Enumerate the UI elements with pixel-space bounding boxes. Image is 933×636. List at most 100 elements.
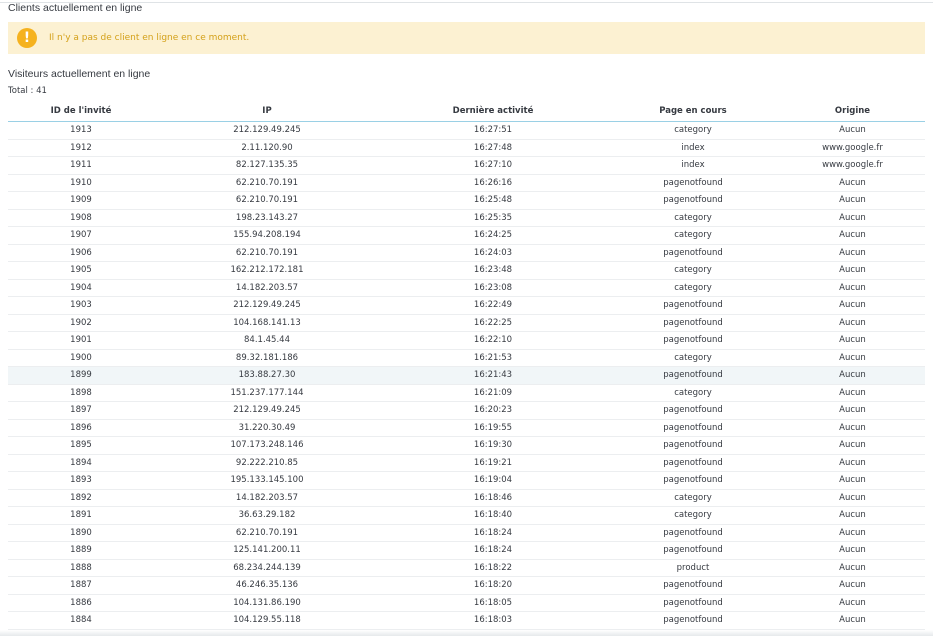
table-row[interactable]: 1912 2.11.120.90 16:27:48 index www.google.f…	[8, 139, 925, 157]
column-header-current-page[interactable]: Page en cours	[606, 100, 780, 122]
cell-guest-id: 1902	[8, 314, 154, 332]
cell-guest-id: 1901	[8, 331, 154, 350]
cell-current-page: pagenotfound	[606, 594, 780, 612]
table-row[interactable]: 1892 14.182.203.57 16:18:46 category Aucun	[8, 489, 925, 507]
cell-origin: Aucun	[780, 121, 925, 140]
cell-ip: 155.94.208.194	[154, 226, 380, 245]
cell-origin: Aucun	[780, 261, 925, 280]
cell-last-activity: 16:19:55	[380, 419, 606, 437]
cell-current-page: category	[606, 121, 780, 140]
table-row[interactable]: 1886 104.131.86.190 16:18:05 pagenotfound Au…	[8, 594, 925, 612]
cell-last-activity: 16:26:16	[380, 174, 606, 192]
cell-origin: Aucun	[780, 401, 925, 420]
table-row[interactable]: 1898 151.237.177.144 16:21:09 category Aucun	[8, 384, 925, 402]
cell-origin: Aucun	[780, 209, 925, 227]
cell-origin: Aucun	[780, 279, 925, 297]
table-row[interactable]: 1887 46.246.35.136 16:18:20 pagenotfound Auc…	[8, 576, 925, 595]
cell-origin: Aucun	[780, 611, 925, 630]
cell-ip: 62.210.70.191	[154, 524, 380, 542]
cell-current-page: pagenotfound	[606, 296, 780, 315]
table-row[interactable]: 1911 82.127.135.35 16:27:10 index www.google…	[8, 156, 925, 175]
cell-guest-id: 1897	[8, 401, 154, 420]
no-customers-alert: ! Il n'y a pas de client en ligne en ce …	[8, 22, 925, 54]
cell-ip: 92.222.210.85	[154, 454, 380, 472]
cell-last-activity: 16:27:51	[380, 121, 606, 140]
cell-ip: 89.32.181.186	[154, 349, 380, 367]
cell-current-page: pagenotfound	[606, 454, 780, 472]
table-row[interactable]: 1902 104.168.141.13 16:22:25 pagenotfound Au…	[8, 314, 925, 332]
cell-ip: 36.63.29.182	[154, 506, 380, 525]
cell-ip: 68.234.244.139	[154, 559, 380, 577]
table-row[interactable]: 1890 62.210.70.191 16:18:24 pagenotfound Auc…	[8, 524, 925, 542]
cell-ip: 62.210.70.191	[154, 191, 380, 210]
cell-guest-id: 1912	[8, 139, 154, 157]
table-row[interactable]: 1908 198.23.143.27 16:25:35 category Aucun	[8, 209, 925, 227]
table-row[interactable]: 1889 125.141.200.11 16:18:24 pagenotfound Au…	[8, 541, 925, 560]
cell-guest-id: 1890	[8, 524, 154, 542]
cell-origin: Aucun	[780, 489, 925, 507]
cell-ip: 82.127.135.35	[154, 156, 380, 175]
table-row[interactable]: 1901 84.1.45.44 16:22:10 pagenotfound Aucun	[8, 331, 925, 350]
column-header-guest-id[interactable]: ID de l'invité	[8, 100, 154, 122]
table-row[interactable]: 1904 14.182.203.57 16:23:08 category Aucun	[8, 279, 925, 297]
cell-guest-id: 1908	[8, 209, 154, 227]
cell-ip: 151.237.177.144	[154, 384, 380, 402]
cell-guest-id: 1906	[8, 244, 154, 262]
cell-ip: 107.173.248.146	[154, 436, 380, 455]
cell-ip: 84.1.45.44	[154, 331, 380, 350]
cell-guest-id: 1913	[8, 121, 154, 140]
cell-guest-id: 1898	[8, 384, 154, 402]
cell-current-page: category	[606, 209, 780, 227]
cell-ip: 62.210.70.191	[154, 244, 380, 262]
cell-last-activity: 16:18:24	[380, 524, 606, 542]
table-row[interactable]: 1913 212.129.49.245 16:27:51 category Aucun	[8, 121, 925, 140]
cell-origin: Aucun	[780, 541, 925, 560]
cell-current-page: pagenotfound	[606, 524, 780, 542]
table-row[interactable]: 1903 212.129.49.245 16:22:49 pagenotfound Au…	[8, 296, 925, 315]
table-row[interactable]: 1899 183.88.27.30 16:21:43 pagenotfound Aucu…	[8, 366, 925, 385]
table-row[interactable]: 1909 62.210.70.191 16:25:48 pagenotfound Auc…	[8, 191, 925, 210]
cell-last-activity: 16:18:03	[380, 611, 606, 630]
table-row[interactable]: 1894 92.222.210.85 16:19:21 pagenotfound Auc…	[8, 454, 925, 472]
cell-current-page: category	[606, 349, 780, 367]
table-row[interactable]: 1900 89.32.181.186 16:21:53 category Aucun	[8, 349, 925, 367]
cell-guest-id: 1895	[8, 436, 154, 455]
cell-last-activity: 16:25:48	[380, 191, 606, 210]
cell-current-page: pagenotfound	[606, 366, 780, 385]
cell-guest-id: 1909	[8, 191, 154, 210]
cell-last-activity: 16:21:09	[380, 384, 606, 402]
cell-guest-id: 1888	[8, 559, 154, 577]
table-row[interactable]: 1910 62.210.70.191 16:26:16 pagenotfound Auc…	[8, 174, 925, 192]
column-header-last-activity[interactable]: Dernière activité	[380, 100, 606, 122]
table-row[interactable]: 1895 107.173.248.146 16:19:30 pagenotfound A…	[8, 436, 925, 455]
cell-current-page: product	[606, 559, 780, 577]
cell-current-page: pagenotfound	[606, 331, 780, 350]
cell-last-activity: 16:21:53	[380, 349, 606, 367]
table-row[interactable]: 1906 62.210.70.191 16:24:03 pagenotfound Auc…	[8, 244, 925, 262]
cell-origin: www.google.fr	[780, 156, 925, 175]
cell-ip: 195.133.145.100	[154, 471, 380, 490]
cell-current-page: index	[606, 156, 780, 175]
table-row[interactable]: 1897 212.129.49.245 16:20:23 pagenotfound Au…	[8, 401, 925, 420]
table-row[interactable]: 1896 31.220.30.49 16:19:55 pagenotfound Aucu…	[8, 419, 925, 437]
cell-origin: Aucun	[780, 594, 925, 612]
cell-origin: Aucun	[780, 296, 925, 315]
table-row[interactable]: 1907 155.94.208.194 16:24:25 category Aucun	[8, 226, 925, 245]
table-row[interactable]: 1893 195.133.145.100 16:19:04 pagenotfound A…	[8, 471, 925, 490]
cell-current-page: category	[606, 279, 780, 297]
cell-current-page: category	[606, 384, 780, 402]
column-header-origin[interactable]: Origine	[780, 100, 925, 122]
cell-origin: Aucun	[780, 576, 925, 595]
cell-guest-id: 1892	[8, 489, 154, 507]
cell-current-page: pagenotfound	[606, 314, 780, 332]
table-row[interactable]: 1891 36.63.29.182 16:18:40 category Aucun	[8, 506, 925, 525]
column-header-ip[interactable]: IP	[154, 100, 380, 122]
cell-last-activity: 16:24:03	[380, 244, 606, 262]
table-row[interactable]: 1888 68.234.244.139 16:18:22 product Aucun	[8, 559, 925, 577]
cell-ip: 104.131.86.190	[154, 594, 380, 612]
cell-guest-id: 1894	[8, 454, 154, 472]
cell-last-activity: 16:23:48	[380, 261, 606, 280]
cell-last-activity: 16:27:10	[380, 156, 606, 175]
table-row[interactable]: 1905 162.212.172.181 16:23:48 category Aucun	[8, 261, 925, 280]
table-row[interactable]: 1884 104.129.55.118 16:18:03 pagenotfound Au…	[8, 611, 925, 630]
